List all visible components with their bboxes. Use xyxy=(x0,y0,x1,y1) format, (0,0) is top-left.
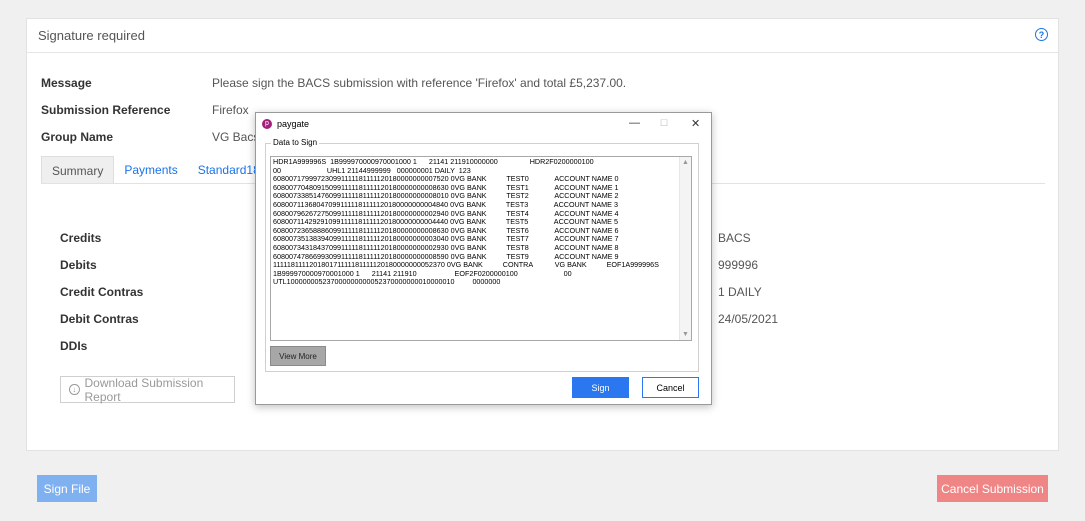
tab-payments[interactable]: Payments xyxy=(114,156,187,184)
data-scrollbar[interactable]: ▲ ▼ xyxy=(679,157,691,340)
dialog-titlebar[interactable]: p paygate — ☐ ✕ xyxy=(256,113,711,134)
close-icon[interactable]: ✕ xyxy=(691,117,700,130)
maximize-icon: ☐ xyxy=(660,118,669,128)
submission-reference-value: Firefox xyxy=(212,103,249,117)
group-name-value: VG Bacs xyxy=(212,130,260,144)
download-submission-report-button[interactable]: ↓ Download Submission Report xyxy=(60,375,235,404)
dialog-sign-button[interactable]: Sign xyxy=(572,377,629,398)
download-button-label: Download Submission Report xyxy=(84,375,204,404)
message-value: Please sign the BACS submission with ref… xyxy=(212,76,627,90)
minimize-icon[interactable]: — xyxy=(629,117,640,129)
summary-label-credits: Credits xyxy=(60,231,102,245)
download-circle-icon: ↓ xyxy=(69,384,80,395)
data-to-sign-label: Data to Sign xyxy=(271,138,320,147)
help-circle-icon[interactable]: ? xyxy=(1035,28,1048,41)
paygate-logo-icon: p xyxy=(262,118,272,129)
group-name-row: Group Name VG Bacs xyxy=(41,130,259,144)
summary-value-2: 999996 xyxy=(718,258,759,272)
card-header: Signature required ? xyxy=(27,19,1058,53)
sign-file-button[interactable]: Sign File xyxy=(37,475,97,502)
submission-reference-label: Submission Reference xyxy=(41,103,171,117)
group-name-label: Group Name xyxy=(41,130,114,144)
tab-summary[interactable]: Summary xyxy=(41,156,115,184)
tab-bar: Summary Payments Standard18 xyxy=(41,156,270,184)
scroll-up-icon[interactable]: ▲ xyxy=(682,159,689,166)
dialog-title: paygate xyxy=(277,118,310,129)
summary-label-debits: Debits xyxy=(60,258,97,272)
view-more-button[interactable]: View More xyxy=(270,346,326,366)
paygate-dialog: p paygate — ☐ ✕ Data to Sign HDR1A999996… xyxy=(255,112,712,405)
summary-label-credit-contras: Credit Contras xyxy=(60,285,144,299)
summary-label-ddis: DDIs xyxy=(60,339,88,353)
data-to-sign-textarea[interactable]: HDR1A999996S 1B999970000970001000 1 2114… xyxy=(270,156,692,341)
message-label: Message xyxy=(41,76,92,90)
dialog-cancel-button[interactable]: Cancel xyxy=(642,377,699,398)
cancel-submission-button[interactable]: Cancel Submission xyxy=(937,475,1048,502)
data-to-sign-content: HDR1A999996S 1B999970000970001000 1 2114… xyxy=(273,157,659,287)
summary-value-4: 24/05/2021 xyxy=(718,312,779,326)
card-title: Signature required xyxy=(38,28,145,43)
message-row: Message Please sign the BACS submission … xyxy=(41,76,626,90)
summary-value-3: 1 DAILY xyxy=(718,285,762,299)
summary-label-debit-contras: Debit Contras xyxy=(60,312,139,326)
summary-value-1: BACS xyxy=(718,231,751,245)
submission-reference-row: Submission Reference Firefox xyxy=(41,103,249,117)
data-to-sign-group: Data to Sign HDR1A999996S 1B999970000970… xyxy=(265,138,699,372)
scroll-down-icon[interactable]: ▼ xyxy=(682,331,689,338)
